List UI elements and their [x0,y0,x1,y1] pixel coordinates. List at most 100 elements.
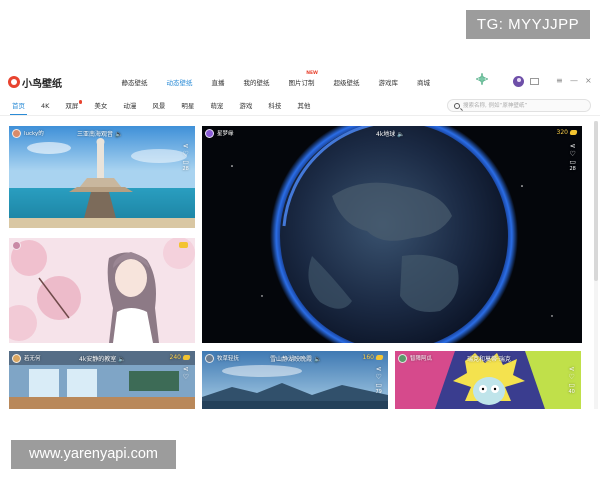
new-badge: NEW [306,71,318,76]
comment-count: 40 [568,389,575,395]
user-avatar[interactable] [513,76,524,87]
wallpaper-title: 4k安静的教室 🔈 [79,354,126,363]
tab-other[interactable]: 其他 [289,96,318,116]
uploader-name[interactable]: 若无何 [24,354,41,362]
tab-scenery[interactable]: 风景 [144,96,173,116]
uploader-name[interactable]: lucky的 [24,129,44,137]
card-classroom[interactable]: 若无何 4k安静的教室 🔈 240 ⋖ ♡ [9,351,195,409]
skin-gem-icon[interactable] [476,73,488,85]
nav-game-library[interactable]: 游戏库 [369,77,408,87]
sound-icon: 🔈 [397,131,405,138]
tab-4k[interactable]: 4K [33,96,57,116]
watermark-tg: TG: MYYJJPP [466,10,590,39]
tab-dual-screen-label: 双屏 [65,102,79,110]
card-snow-mountain[interactable]: 牧草轻抚 雪山静湖映晚霞 🔈 160 ⋖ ♡ ▭ 79 [202,351,388,409]
wallpaper-title: 三亚南海观音 🔈 [77,129,123,138]
uploader-name[interactable]: 牧草轻抚 [217,354,239,362]
heart-icon[interactable]: ♡ [183,150,189,158]
comment-icon[interactable]: ▭ [182,158,189,166]
tab-dual-screen[interactable]: 双屏 [57,96,86,116]
uploader-avatar[interactable] [12,353,21,363]
search-input[interactable] [463,101,585,111]
tab-pets[interactable]: 萌宠 [202,96,231,116]
nav-live-wallpaper[interactable]: 动态壁纸 [157,77,202,87]
heart-icon[interactable]: ♡ [376,373,382,381]
share-icon[interactable]: ⋖ [183,365,189,373]
uploader-avatar[interactable] [205,353,214,363]
nav-super-wallpaper[interactable]: 超级壁纸 [324,77,369,87]
tab-games[interactable]: 游戏 [231,96,260,116]
close-icon[interactable]: × [585,75,592,87]
wallpaper-title-text: 三亚南海观音 [77,131,114,138]
uploader-avatar[interactable] [205,128,214,138]
app-logo[interactable]: 小鸟壁纸 [8,74,62,90]
card-anime-girl[interactable] [9,238,195,343]
wallpaper-title-text: 4k安静的教室 [79,356,117,363]
card-earth[interactable]: 星梦缘 4k地球 🔈 320 ⋖ ♡ ▭ 28 [202,126,582,343]
share-icon[interactable]: ⋖ [183,142,189,150]
search-icon [454,102,460,109]
wallpaper-title-text: 雪山静湖映晚霞 [270,356,313,363]
nav-store[interactable]: 商城 [408,77,440,87]
comment-icon[interactable]: ▭ [375,381,382,389]
tab-home[interactable]: 首页 [4,96,33,116]
nav-static-wallpaper[interactable]: 静态壁纸 [112,77,157,87]
nav-custom-image[interactable]: 图片订制 NEW [279,71,324,87]
card-header [9,238,195,252]
wallpaper-title: 雪山静湖映晚霞 🔈 [270,354,322,363]
wallpaper-app-window: 小鸟壁纸 静态壁纸 动态壁纸 直播 我的壁纸 图片订制 NEW 超级壁纸 游戏库… [0,69,600,409]
heart-icon[interactable]: ♡ [569,373,575,381]
sound-icon: 🔈 [118,356,126,363]
like-count: 240 [169,354,181,361]
share-icon[interactable]: ⋖ [569,365,575,373]
like-count: 160 [362,354,374,361]
screenshot-root: 小鸟壁纸 静态壁纸 动态壁纸 直播 我的壁纸 图片订制 NEW 超级壁纸 游戏库… [0,0,600,480]
share-icon[interactable]: ⋖ [376,365,382,373]
search-box [447,99,591,112]
sound-icon: 🔈 [314,356,322,363]
comment-icon[interactable]: ▭ [569,158,576,166]
comment-icon[interactable]: ▭ [568,381,575,389]
tab-tech[interactable]: 科技 [260,96,289,116]
menu-icon[interactable]: ≡ [556,75,563,87]
tab-celebrity[interactable]: 明星 [173,96,202,116]
category-tabs: 首页 4K 双屏 美女 动漫 风景 明星 萌宠 游戏 科技 其他 [4,96,318,116]
uploader-name[interactable]: 星梦缘 [217,129,234,137]
nav-my-wallpaper[interactable]: 我的壁纸 [234,77,279,87]
mail-icon[interactable] [530,78,539,85]
anime-girl-image [9,238,195,343]
heart-icon[interactable]: ♡ [570,150,576,158]
wallpaper-title: 4k地球 🔈 [376,129,405,138]
wallpaper-title-text: 瑞克和莫蒂·瑞克 [467,356,511,363]
uploader-avatar[interactable] [12,240,21,250]
card-guanyin[interactable]: lucky的 三亚南海观音 🔈 ⋖ ♡ ▭ 28 [9,126,195,228]
bird-logo-icon [8,76,20,88]
like-count: 320 [556,129,568,136]
sound-icon: 🔈 [115,131,123,138]
uploader-avatar[interactable] [398,353,407,363]
card-actions: ⋖ ♡ ▭ 28 [569,142,576,173]
uploader-avatar[interactable] [12,128,21,138]
minimize-icon[interactable]: — [570,75,578,87]
share-icon[interactable]: ⋖ [570,142,576,150]
scrollbar-thumb[interactable] [594,121,598,281]
card-actions: ⋖ ♡ ▭ 40 [568,365,575,396]
nav-custom-image-label: 图片订制 [288,79,315,87]
comment-count: 79 [375,389,382,395]
nav-live-stream[interactable]: 直播 [202,77,234,87]
uploader-name[interactable]: 智障阿瓜 [410,354,432,362]
title-bar: 小鸟壁纸 静态壁纸 动态壁纸 直播 我的壁纸 图片订制 NEW 超级壁纸 游戏库… [0,69,600,95]
earth-image [202,126,582,343]
card-actions: ⋖ ♡ ▭ 79 [375,365,382,396]
scrollbar[interactable] [594,121,598,409]
heart-icon[interactable]: ♡ [183,373,189,381]
tab-anime[interactable]: 动漫 [115,96,144,116]
category-bar: 首页 4K 双屏 美女 动漫 风景 明星 萌宠 游戏 科技 其他 [0,96,600,116]
guanyin-statue-image [9,126,195,228]
wallpaper-title-text: 4k地球 [376,131,396,138]
card-actions: ⋖ ♡ ▭ 28 [182,142,189,173]
tab-beauty[interactable]: 美女 [86,96,115,116]
app-name: 小鸟壁纸 [22,78,62,90]
red-dot-badge [78,100,83,104]
card-rick[interactable]: 智障阿瓜 瑞克和莫蒂·瑞克 ⋖ ♡ ▭ 40 [395,351,581,409]
